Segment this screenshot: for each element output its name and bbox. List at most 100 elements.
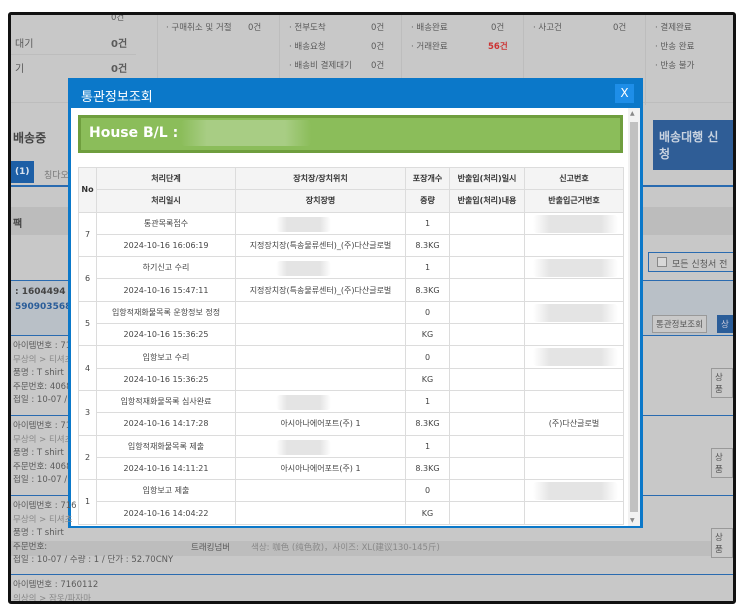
modal-body: House B/L : No 처리단계 장치장/장치위치 포장개수 반출입(처리… (71, 108, 640, 526)
row-report-no (524, 300, 624, 325)
checkbox-icon[interactable] (657, 257, 667, 267)
table-row-sub: 2024-10-16 16:06:19 지정장치장(특송물류센터)_(주)다산글… (79, 233, 624, 258)
row-io-ref (524, 323, 624, 347)
row-date: 2024-10-16 15:36:25 (96, 323, 236, 347)
stat-label: · 반송 불가 (655, 61, 695, 71)
close-button[interactable]: X (615, 84, 634, 103)
apply-shipping-button[interactable]: 배송대행 신청 (653, 120, 733, 170)
product-button[interactable]: 상품 (711, 528, 733, 558)
row-io-content (449, 367, 525, 391)
row-warehouse: 아시아나에어포트(주) 1 (235, 412, 406, 436)
item-order-number: 주문번호: (13, 541, 48, 552)
row-io-date (449, 256, 525, 280)
row-pkg: 1 (405, 256, 450, 280)
stat-count: 0건 (111, 13, 125, 23)
row-step: 입항보고 수리 (96, 345, 236, 369)
detail-button[interactable]: 상 (717, 315, 733, 333)
row-pkg: 1 (405, 434, 450, 458)
col-no: No (78, 167, 97, 213)
row-step: 입항보고 제출 (96, 479, 236, 503)
row-io-ref (524, 501, 624, 525)
stat-count-highlight: 56건 (488, 42, 508, 52)
col-step: 처리단계 (96, 166, 236, 191)
modal-title: 통관정보조회 (81, 90, 153, 105)
stat-label: · 거래완료 (411, 42, 448, 52)
row-io-ref (524, 367, 624, 391)
row-io-ref: (주)다산글로벌 (524, 412, 624, 436)
row-io-content (449, 456, 525, 481)
stat-count: 0건 (111, 39, 128, 50)
redacted-value (533, 303, 618, 322)
row-step: 하기신고 수리 (96, 256, 236, 280)
col-report-no: 신고번호 (524, 166, 624, 191)
redacted-value (533, 214, 618, 233)
redacted-value (181, 120, 311, 146)
redacted-value (276, 439, 331, 455)
row-report-no (524, 389, 624, 414)
row-weight: KG (405, 367, 450, 391)
row-no: 4 (78, 345, 97, 391)
row-warehouse: 아시아나에어포트(주) 1 (235, 456, 406, 481)
row-step: 입항적재화물목록 심사완료 (96, 389, 236, 414)
stat-count: 0건 (248, 23, 262, 33)
redacted-value (533, 348, 618, 367)
row-weight: KG (405, 501, 450, 525)
table-row: 5 입항적재화물목록 운항정보 정정 0 (78, 300, 624, 347)
row-report-no (524, 479, 624, 503)
row-io-content (449, 278, 525, 302)
stat-label: 기 (15, 64, 25, 75)
order-id: : 1604494 (15, 287, 66, 297)
row-report-no (524, 345, 624, 369)
row-io-ref (524, 233, 624, 258)
row-step: 입항적재화물목록 제출 (96, 434, 236, 458)
col-proc-date: 처리일시 (96, 189, 236, 213)
row-weight: 8.3KG (405, 456, 450, 481)
row-pkg: 1 (405, 211, 450, 235)
row-warehouse (235, 501, 406, 525)
row-pkg: 0 (405, 345, 450, 369)
customs-info-button[interactable]: 통관정보조회 (652, 315, 707, 333)
col-weight: 중량 (405, 189, 450, 213)
item-option: 색상: 咖色 (纯色款)，사이즈: XL(建议130-145斤) (251, 543, 440, 553)
item-category: 무상의 > 티셔츠 (13, 514, 73, 525)
product-button[interactable]: 상품 (711, 448, 733, 478)
list-header: 팩 (13, 219, 23, 230)
table-row: 1 입항보고 제출 0 (78, 479, 624, 525)
tab-active[interactable]: (1) (11, 161, 34, 183)
row-pkg: 0 (405, 479, 450, 503)
row-date: 2024-10-16 15:47:11 (96, 278, 236, 302)
stat-label: · 배송완료 (411, 23, 448, 33)
stat-label: · 결제완료 (655, 23, 692, 33)
row-io-ref (524, 456, 624, 481)
stat-label: 대기 (15, 39, 34, 50)
select-all-checkbox[interactable]: 모든 신청서 전 (648, 252, 733, 272)
row-io-date (449, 300, 525, 325)
row-location (235, 434, 406, 458)
tracking-label: 트래킹넘버 (191, 543, 231, 553)
item: 아이템번호 : 7160112 의상의 > 잠옷/파자마 (13, 579, 98, 601)
row-warehouse (235, 367, 406, 391)
table-row: 3 입항적재화물목록 심사완료 1 (78, 389, 624, 436)
row-report-no (524, 434, 624, 458)
row-io-date (449, 211, 525, 235)
row-date: 2024-10-16 15:36:25 (96, 367, 236, 391)
col-io-ref: 반출입근거번호 (524, 189, 624, 213)
stat-count: 0건 (613, 23, 627, 33)
stat-count: 0건 (371, 23, 385, 33)
stat-count: 0건 (371, 61, 385, 71)
redacted-value (276, 216, 331, 232)
col-location: 장치장/장치위치 (235, 166, 406, 191)
row-location (235, 389, 406, 414)
row-warehouse: 지정장치장(특송물류센터)_(주)다산글로벌 (235, 278, 406, 302)
product-button[interactable]: 상품 (711, 368, 733, 398)
scroll-down-icon[interactable]: ▼ (630, 517, 635, 524)
table-row: 2 입항적재화물목록 제출 1 (78, 434, 624, 481)
select-all-label: 모든 신청서 전 (672, 260, 728, 270)
scroll-up-icon[interactable]: ▲ (630, 110, 635, 117)
row-location (235, 256, 406, 280)
redacted-value (276, 261, 331, 277)
tab-qingdao[interactable]: 칭다오 (44, 168, 69, 181)
stat-label: · 배송비 결제대기 (289, 61, 352, 71)
scroll-thumb[interactable] (630, 122, 638, 512)
scrollbar[interactable]: ▲ ▼ (628, 108, 640, 526)
